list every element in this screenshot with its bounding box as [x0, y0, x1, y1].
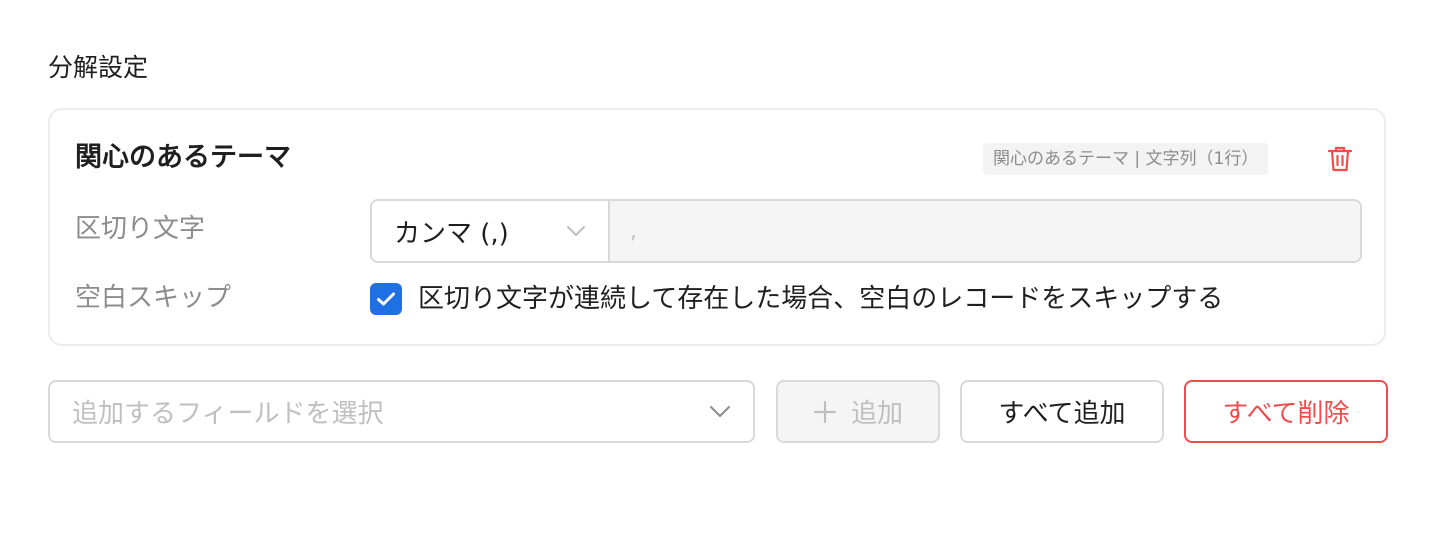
field-type-tag: 関心のあるテーマ | 文字列（1行）	[983, 143, 1269, 175]
add-field-select[interactable]: 追加するフィールドを選択	[48, 380, 755, 443]
add-all-button-label: すべて追加	[998, 399, 1126, 429]
add-button-label: 追加	[850, 399, 903, 429]
delimiter-label: 区切り文字	[75, 214, 206, 244]
add-button[interactable]: 追加	[776, 380, 940, 443]
check-icon	[377, 292, 395, 306]
card-title: 関心のあるテーマ	[75, 142, 291, 173]
add-all-button[interactable]: すべて追加	[960, 380, 1164, 443]
field-card: 関心のあるテーマ 関心のあるテーマ | 文字列（1行） 区切り文字 カンマ (,…	[48, 108, 1386, 346]
chevron-down-icon	[567, 226, 585, 236]
chevron-down-icon	[710, 406, 730, 417]
add-field-select-placeholder: 追加するフィールドを選択	[72, 399, 384, 429]
plus-icon	[813, 400, 837, 424]
delimiter-group: カンマ (,) ,	[370, 199, 1362, 263]
delimiter-input[interactable]: ,	[610, 201, 1360, 261]
delete-all-button-label: すべて削除	[1222, 399, 1350, 429]
delete-all-button[interactable]: すべて削除	[1184, 380, 1388, 443]
delimiter-select[interactable]: カンマ (,)	[372, 201, 610, 261]
skip-blank-row: 区切り文字が連続して存在した場合、空白のレコードをスキップする	[370, 281, 1223, 317]
skip-blank-checkbox[interactable]	[370, 283, 402, 315]
delete-field-button[interactable]	[1324, 143, 1356, 175]
skip-blank-text: 区切り文字が連続して存在した場合、空白のレコードをスキップする	[418, 284, 1224, 314]
skip-blank-label: 空白スキップ	[75, 283, 232, 313]
delimiter-select-value: カンマ (,)	[394, 218, 509, 249]
trash-icon	[1327, 146, 1353, 172]
section-title: 分解設定	[48, 53, 149, 82]
